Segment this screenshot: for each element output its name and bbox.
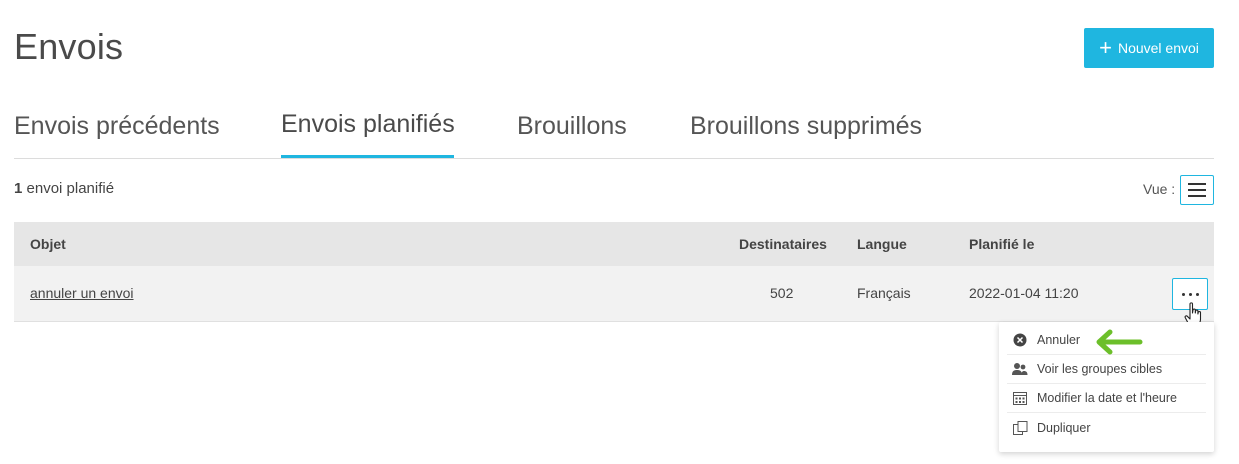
menu-item-label: Annuler: [1037, 333, 1081, 347]
duplicate-icon: [1011, 420, 1029, 435]
tab-envois-precedents[interactable]: Envois précédents: [14, 112, 220, 141]
menu-item-label: Modifier la date et l'heure: [1037, 391, 1177, 405]
column-langue: Langue: [857, 236, 907, 252]
new-send-button[interactable]: + Nouvel envoi: [1084, 28, 1214, 68]
view-toggle-button[interactable]: [1180, 175, 1214, 205]
scheduled-count: 1 envoi planifié: [14, 180, 114, 197]
tab-bar: Envois précédents Envois planifiés Broui…: [14, 110, 1214, 159]
column-objet: Objet: [30, 236, 66, 252]
cancel-circle-icon: [1011, 333, 1029, 347]
column-destinataires: Destinataires: [739, 236, 827, 252]
tab-brouillons[interactable]: Brouillons: [517, 112, 627, 141]
cell-destinataires: 502: [770, 285, 794, 301]
users-icon: [1011, 362, 1029, 376]
view-label: Vue :: [1143, 181, 1176, 197]
menu-item-label: Voir les groupes cibles: [1037, 362, 1163, 376]
table-row: annuler un envoi 502 Français 2022-01-04…: [14, 266, 1214, 322]
scheduled-count-number: 1: [14, 180, 23, 197]
cell-langue: Français: [857, 285, 911, 301]
column-planifie-le: Planifié le: [969, 236, 1035, 252]
menu-item-label: Dupliquer: [1037, 420, 1091, 435]
list-view-icon: [1188, 183, 1206, 197]
arrow-left-icon: [1096, 329, 1143, 355]
send-subject-link[interactable]: annuler un envoi: [30, 285, 134, 301]
menu-item-dupliquer[interactable]: Dupliquer: [1007, 413, 1206, 442]
cell-planifie-le: 2022-01-04 11:20: [969, 285, 1079, 301]
menu-item-modifier-date[interactable]: Modifier la date et l'heure: [1007, 384, 1206, 413]
tab-envois-planifies[interactable]: Envois planifiés: [281, 110, 455, 139]
more-dot: [1188, 292, 1192, 296]
calendar-icon: [1011, 391, 1029, 405]
active-tab-indicator: [281, 155, 454, 158]
scheduled-sends-table: Objet Destinataires Langue Planifié le a…: [14, 222, 1214, 322]
plus-icon: +: [1099, 35, 1112, 60]
new-send-button-label: Nouvel envoi: [1117, 40, 1199, 56]
table-header: Objet Destinataires Langue Planifié le: [14, 222, 1214, 266]
scheduled-count-label: envoi planifié: [26, 180, 115, 197]
more-dot: [1195, 292, 1199, 296]
menu-item-voir-groupes[interactable]: Voir les groupes cibles: [1007, 355, 1206, 384]
more-dot: [1181, 292, 1185, 296]
tab-brouillons-supprimes[interactable]: Brouillons supprimés: [690, 112, 922, 141]
page-title: Envois: [14, 26, 124, 67]
